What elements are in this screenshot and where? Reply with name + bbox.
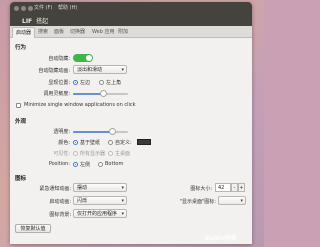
tab-webapps[interactable]: Web 应用: [89, 27, 118, 37]
launch-anim-label: 启动动画:: [49, 199, 71, 205]
launch-anim-value: 闪烁: [77, 198, 88, 204]
reveal-left-radio[interactable]: [73, 80, 78, 85]
tab-search[interactable]: 搜索: [35, 27, 51, 37]
tab-bar: 启动器 搜索 面板 切换器 Web 应用 附加: [10, 26, 252, 38]
icon-bg-value: 仅打开的应用程序: [77, 211, 118, 217]
urgent-anim-value: 摆动: [77, 185, 88, 191]
urgent-anim-combo[interactable]: 摆动 ▾: [73, 183, 127, 192]
title-bar: 文件 (F) 帮助 (H) LIF 搭起: [10, 2, 252, 26]
tab-launcher[interactable]: 启动器: [12, 27, 36, 38]
position-label: Position:: [48, 161, 70, 167]
opacity-knob[interactable]: [109, 128, 117, 135]
icon-size-increase-button[interactable]: +: [238, 183, 245, 192]
app-title-text: 搭起: [36, 18, 49, 25]
color-wallpaper-radio[interactable]: [73, 140, 78, 145]
autohide-anim-combo[interactable]: 淡出和滑动 ▾: [73, 65, 127, 74]
close-button[interactable]: [14, 6, 19, 11]
tab-switcher[interactable]: 切换器: [67, 27, 88, 37]
icon-bg-combo[interactable]: 仅打开的应用程序 ▾: [73, 209, 127, 218]
chevron-down-icon: ▾: [121, 211, 124, 217]
visible-primary-label: 主桌面: [115, 151, 131, 157]
visible-all-label: 所有显示器: [80, 151, 106, 157]
show-desktop-combo[interactable]: ▾: [218, 196, 246, 205]
autohide-label: 自动隐藏:: [48, 56, 70, 62]
icon-size-decrease-button[interactable]: -: [231, 183, 238, 192]
section-appearance-title: 外观: [15, 119, 27, 125]
menu-help[interactable]: 帮助 (H): [58, 5, 77, 11]
show-desktop-label: "显示桌面"图标:: [179, 199, 216, 205]
settings-window: 文件 (F) 帮助 (H) LIF 搭起 启动器 搜索 面板 切换器 Web 应…: [10, 2, 252, 244]
chevron-down-icon: ▾: [121, 198, 124, 204]
minimize-label: Minimize single window applications on c…: [24, 102, 136, 108]
opacity-slider[interactable]: [73, 131, 128, 133]
color-custom-radio[interactable]: [108, 140, 113, 145]
chevron-down-icon: ▾: [240, 198, 243, 204]
menu-bar: 文件 (F) 帮助 (H): [34, 4, 81, 11]
visible-all-radio[interactable]: [73, 151, 78, 156]
sensitivity-fill: [73, 93, 104, 95]
toggle-knob: [86, 55, 92, 61]
autohide-anim-value: 淡出和滑动: [77, 67, 103, 73]
tab-additional[interactable]: 附加: [115, 27, 131, 37]
color-wallpaper-label: 基于壁纸: [80, 140, 101, 146]
launch-anim-combo[interactable]: 闪烁 ▾: [73, 196, 127, 205]
icon-size-label: 图标大小:: [190, 186, 212, 192]
restore-defaults-button[interactable]: 恢复默认值: [15, 224, 51, 233]
color-label: 颜色:: [58, 140, 70, 146]
urgent-anim-label: 紧急通知动画:: [39, 186, 71, 192]
section-behavior-title: 行为: [15, 45, 27, 51]
autohide-anim-label: 自动隐藏动画:: [38, 68, 70, 74]
visible-primary-radio[interactable]: [108, 151, 113, 156]
watermark: Baidu经验: [205, 235, 237, 242]
sensitivity-label: 调用灵敏度:: [43, 91, 70, 97]
position-left-radio[interactable]: [73, 162, 78, 167]
reveal-left-label: 左边: [80, 80, 91, 86]
autohide-toggle[interactable]: [73, 54, 93, 62]
position-bottom-label: Bottom: [105, 161, 124, 167]
reveal-topleft-radio[interactable]: [99, 80, 104, 85]
color-swatch-button[interactable]: [137, 139, 151, 145]
icon-size-spinner[interactable]: 42: [215, 183, 231, 192]
minimize-button[interactable]: [21, 6, 26, 11]
minimize-checkbox[interactable]: [16, 103, 21, 108]
app-logo: LIF: [22, 18, 33, 25]
tab-panel[interactable]: 面板: [51, 27, 67, 37]
sensitivity-knob[interactable]: [99, 90, 107, 97]
icon-size-value: 42: [218, 185, 225, 191]
maximize-button[interactable]: [28, 6, 33, 11]
app-title: LIF 搭起: [22, 16, 48, 25]
position-left-label: 左侧: [80, 162, 91, 168]
menu-file[interactable]: 文件 (F): [34, 5, 52, 11]
section-icons-title: 图标: [15, 176, 27, 182]
reveal-pos-label: 显现位置:: [48, 80, 70, 86]
reveal-topleft-label: 左上角: [106, 80, 122, 86]
position-bottom-radio[interactable]: [98, 162, 103, 167]
opacity-fill: [73, 131, 113, 133]
icon-bg-label: 图标背景:: [49, 212, 71, 218]
chevron-down-icon: ▾: [121, 185, 124, 191]
opacity-label: 透明度:: [53, 129, 70, 135]
chevron-down-icon: ▾: [121, 67, 124, 73]
color-custom-label: 自定义:: [115, 140, 132, 146]
visibility-label: 可见性:: [53, 151, 70, 157]
